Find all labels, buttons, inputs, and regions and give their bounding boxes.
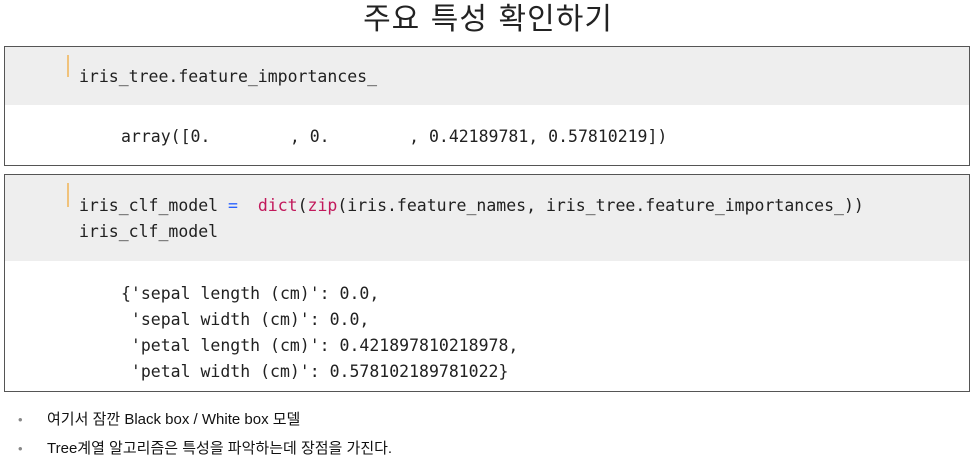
code-builtin-dict: dict [257, 196, 298, 215]
page-title: 주요 특성 확인하기 [363, 2, 613, 37]
code-variable: iris_clf_model [79, 196, 219, 215]
cell-output: {'sepal length (cm)': 0.0, 'sepal width … [121, 281, 518, 385]
code-operator: = [218, 196, 248, 215]
code-args: (iris.feature_names, iris_tree.feature_i… [337, 196, 864, 215]
output-line: 'sepal width (cm)': 0.0, [121, 310, 370, 329]
cell-input-area[interactable]: iris_tree.feature_importances_ [5, 47, 969, 105]
cell-focus-bar [67, 55, 69, 77]
output-line: 'petal length (cm)': 0.421897810218978, [121, 336, 519, 355]
cell-output: array([0. , 0. , 0.42189781, 0.57810219]… [121, 127, 668, 146]
output-line: 'petal width (cm)': 0.578102189781022} [121, 362, 509, 381]
bullet-text: Tree계열 알고리즘은 특성을 파악하는데 장점을 가진다. [47, 440, 393, 457]
bullet-dot-icon: • [18, 441, 23, 456]
cell-input-code[interactable]: iris_clf_model = dict(zip(iris.feature_n… [79, 193, 864, 245]
code-cell-2[interactable]: iris_clf_model = dict(zip(iris.feature_n… [4, 174, 970, 392]
code-builtin-zip: zip [307, 196, 338, 215]
code-paren: ( [297, 196, 308, 215]
code-line-2: iris_clf_model [79, 222, 219, 241]
code-cell-1[interactable]: iris_tree.feature_importances_ array([0.… [4, 46, 970, 166]
cell-input-code[interactable]: iris_tree.feature_importances_ [79, 64, 377, 90]
cell-focus-bar [67, 183, 69, 207]
bullet-dot-icon: • [18, 412, 23, 427]
bullet-text: 여기서 잠깐 Black box / White box 모델 [47, 411, 301, 428]
cell-input-area[interactable]: iris_clf_model = dict(zip(iris.feature_n… [5, 175, 969, 261]
output-line: {'sepal length (cm)': 0.0, [121, 284, 380, 303]
